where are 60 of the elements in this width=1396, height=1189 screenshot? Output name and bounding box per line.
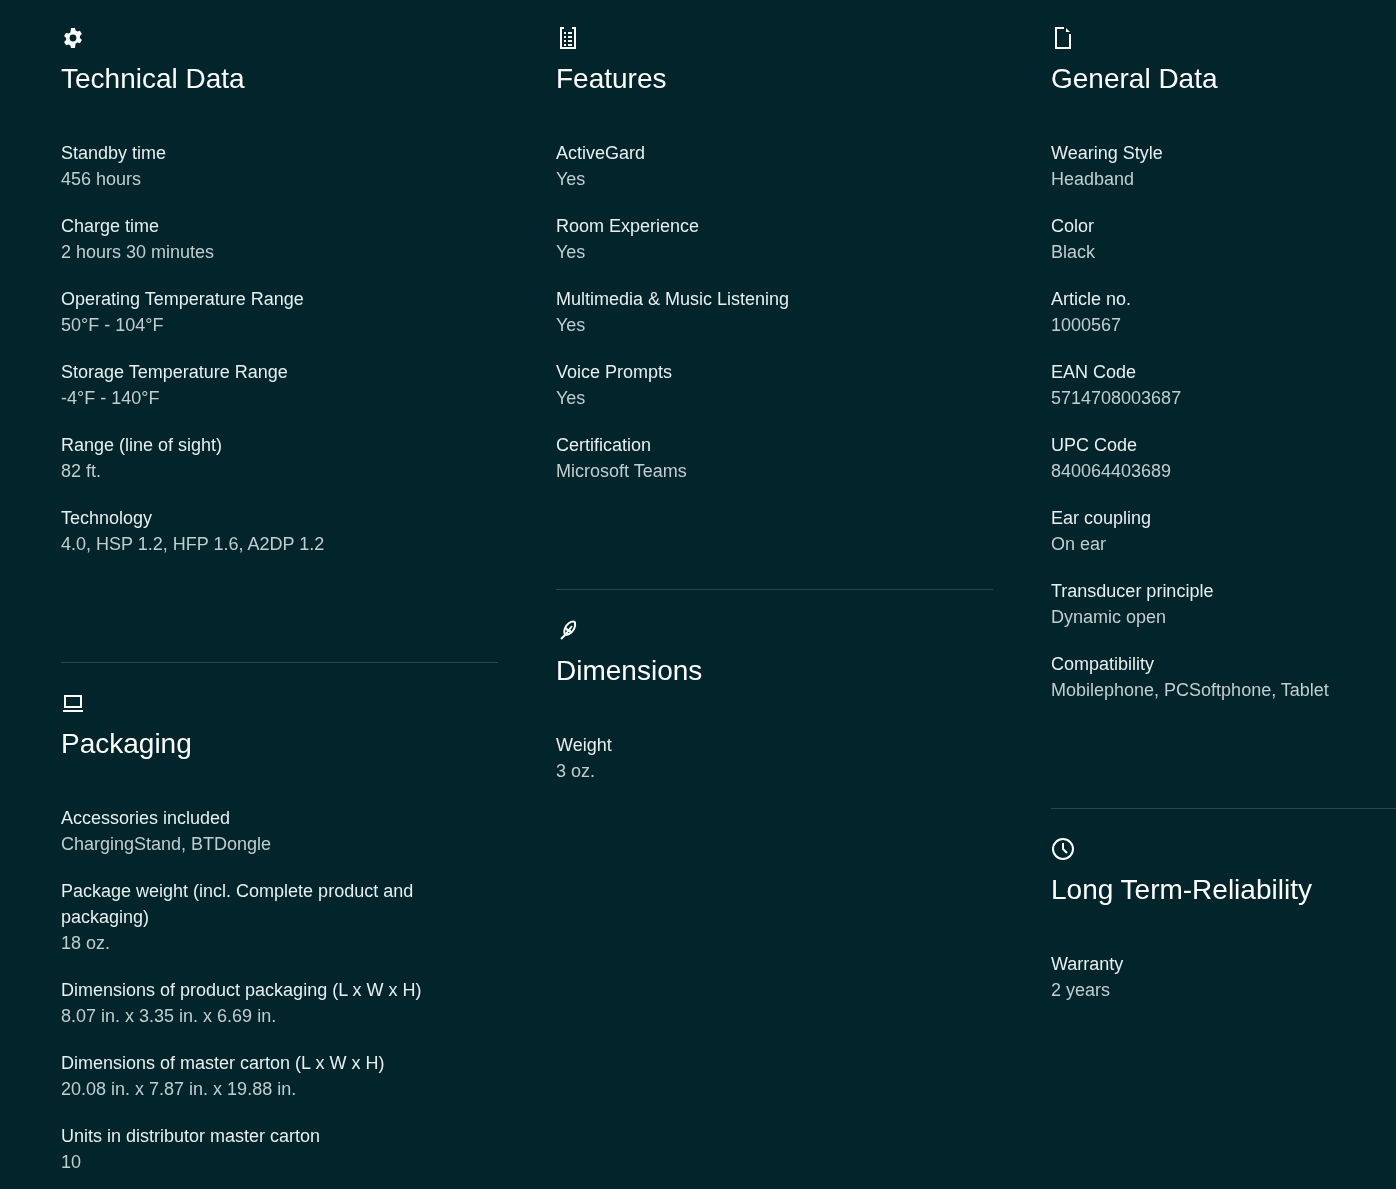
spec-label: Transducer principle	[1051, 580, 1215, 603]
spec-label: UPC Code	[1051, 434, 1139, 457]
spec-label: Room Experience	[556, 215, 701, 238]
spec-value: 3 oz.	[556, 760, 597, 783]
spec-value: Yes	[556, 387, 587, 410]
spec-label: ActiveGard	[556, 142, 647, 165]
spec-value: Yes	[556, 168, 587, 191]
spec-value: 4.0, HSP 1.2, HFP 1.6, A2DP 1.2	[61, 533, 326, 556]
spec-label: Compatibility	[1051, 653, 1156, 676]
spec-value: 2 years	[1051, 979, 1112, 1002]
spec-value: Black	[1051, 241, 1096, 264]
spec-value: -4°F - 140°F	[61, 387, 161, 410]
spec-value: Yes	[556, 314, 587, 337]
spec-value: Mobilephone, PCSoftphone, Tablet	[1051, 679, 1330, 702]
spec-value: 82 ft.	[61, 460, 103, 483]
spec-label: EAN Code	[1051, 361, 1138, 384]
spec-label: Weight	[556, 734, 613, 757]
spec-label: Package weight (incl. Complete product and packaging)	[61, 880, 415, 929]
gear-icon	[61, 26, 85, 50]
spec-value: 2 hours 30 minutes	[61, 241, 216, 264]
section-title: General Data	[1051, 62, 1219, 96]
spec-label: Ear coupling	[1051, 507, 1153, 530]
spec-value: 50°F - 104°F	[61, 314, 165, 337]
section-title: Technical Data	[61, 62, 246, 96]
spec-label: Voice Prompts	[556, 361, 674, 384]
spec-value: ChargingStand, BTDongle	[61, 833, 273, 856]
spec-value: 8.07 in. x 3.35 in. x 6.69 in.	[61, 1005, 278, 1028]
spec-value: 10	[61, 1151, 83, 1174]
spec-label: Accessories included	[61, 807, 232, 830]
section-title: Features	[556, 62, 668, 96]
spec-value: 20.08 in. x 7.87 in. x 19.88 in.	[61, 1078, 298, 1101]
spec-value: Headband	[1051, 168, 1136, 191]
spec-label: Dimensions of master carton (L x W x H)	[61, 1052, 386, 1075]
spec-value: On ear	[1051, 533, 1108, 556]
spec-label: Color	[1051, 215, 1095, 238]
spec-label: Multimedia & Music Listening	[556, 288, 791, 311]
spec-value: 840064403689	[1051, 460, 1173, 483]
spec-value: 1000567	[1051, 314, 1123, 337]
clock-icon	[1051, 837, 1075, 861]
section-title: Packaging	[61, 727, 193, 761]
spec-value: 18 oz.	[61, 932, 112, 955]
spec-label: Article no.	[1051, 288, 1133, 311]
spec-label: Standby time	[61, 142, 168, 165]
spec-label: Certification	[556, 434, 653, 457]
spec-label: Charge time	[61, 215, 161, 238]
spec-label: Wearing Style	[1051, 142, 1164, 165]
spec-value: Dynamic open	[1051, 606, 1168, 629]
spec-label: Dimensions of product packaging (L x W x H)	[61, 979, 423, 1002]
spec-label: Technology	[61, 507, 154, 530]
spec-value: 456 hours	[61, 168, 143, 191]
section-title: Long Term-Reliability	[1051, 873, 1313, 907]
spec-value: Microsoft Teams	[556, 460, 688, 483]
spec-value: Yes	[556, 241, 587, 264]
spec-label: Warranty	[1051, 953, 1125, 976]
spec-value: 5714708003687	[1051, 387, 1183, 410]
spec-label: Range (line of sight)	[61, 434, 224, 457]
spec-label: Units in distributor master carton	[61, 1125, 322, 1148]
section-title: Dimensions	[556, 654, 704, 688]
spec-label: Storage Temperature Range	[61, 361, 289, 384]
spec-label: Operating Temperature Range	[61, 288, 305, 311]
